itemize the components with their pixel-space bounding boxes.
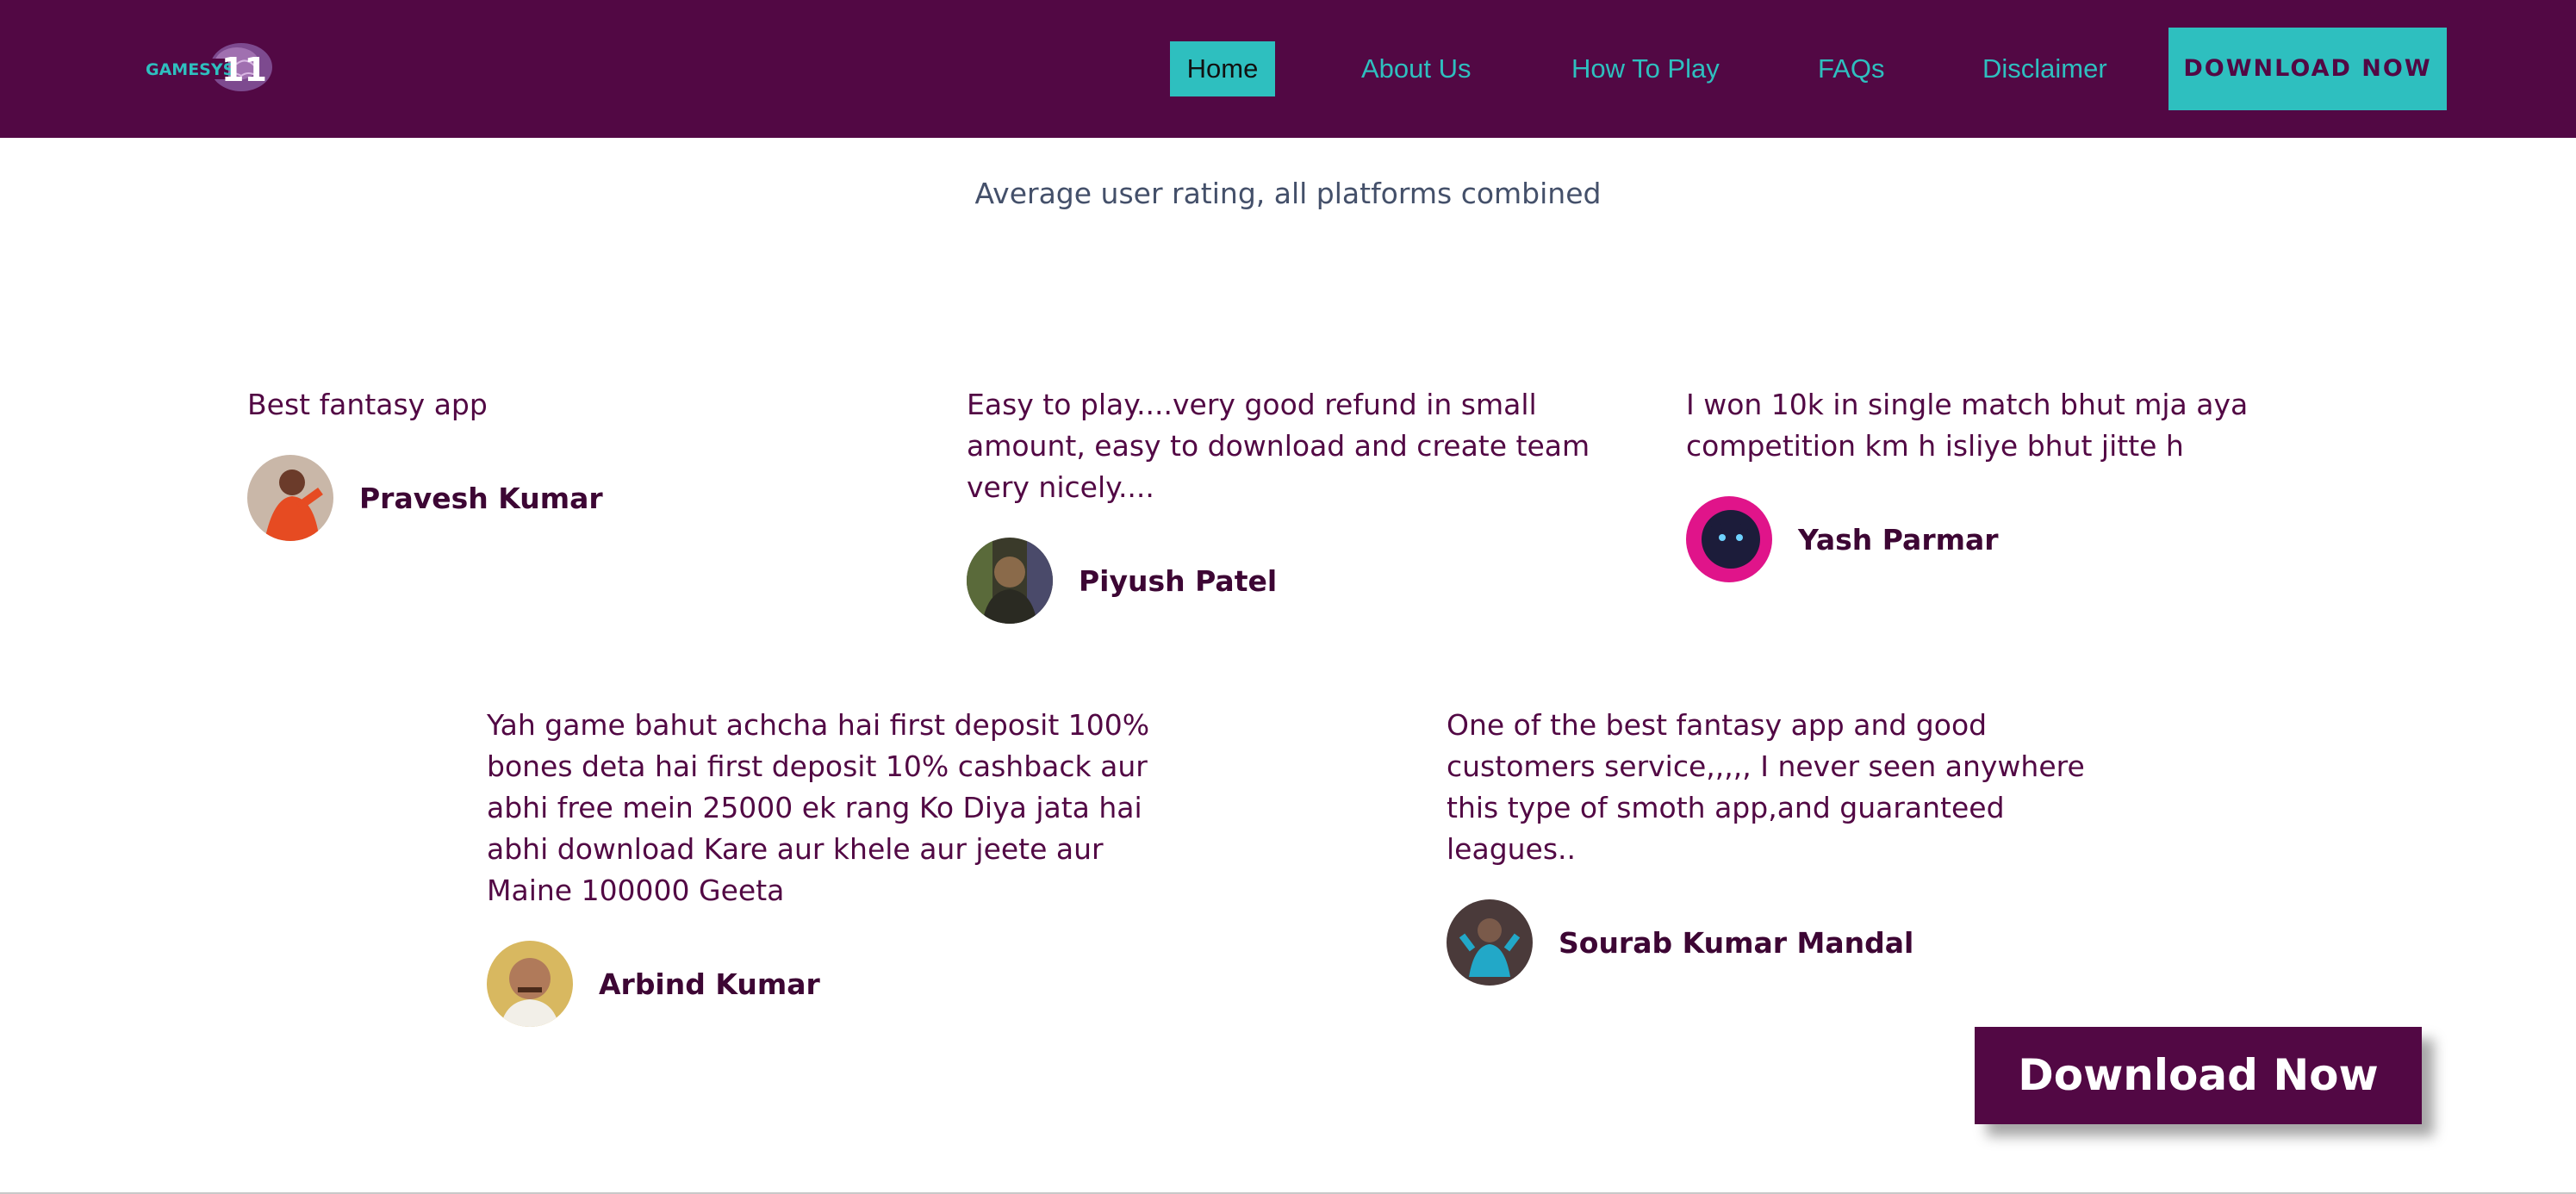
nav-faqs[interactable]: FAQs: [1818, 41, 1885, 96]
nav-how-to-play[interactable]: How To Play: [1571, 41, 1720, 96]
avatar: [1686, 496, 1772, 582]
testimonial-author: Yash Parmar: [1686, 496, 2367, 582]
nav-home[interactable]: Home: [1170, 41, 1275, 96]
testimonial-author: Piyush Patel: [967, 538, 1630, 624]
download-now-header-button[interactable]: DOWNLOAD NOW: [2168, 28, 2447, 110]
testimonial-quote: I won 10k in single match bhut mja aya c…: [1686, 388, 2249, 463]
testimonial-author: Pravesh Kumar: [247, 455, 911, 541]
testimonial-quote: Best fantasy app: [247, 388, 488, 421]
testimonial-author: Arbind Kumar: [487, 941, 1150, 1027]
testimonial-card: One of the best fantasy app and good cus…: [1447, 705, 2110, 986]
testimonial-card: Easy to play....very good refund in smal…: [967, 384, 1630, 624]
testimonial-quote: Easy to play....very good refund in smal…: [967, 388, 1590, 504]
avatar: [487, 941, 573, 1027]
testimonial-card: Yah game bahut achcha hai first deposit …: [487, 705, 1150, 1027]
avatar: [967, 538, 1053, 624]
rating-caption: Average user rating, all platforms combi…: [974, 177, 1602, 210]
testimonial-author-name: Pravesh Kumar: [359, 481, 603, 515]
nav-about-us[interactable]: About Us: [1361, 41, 1472, 96]
testimonial-author-name: Sourab Kumar Mandal: [1559, 925, 1914, 960]
svg-text:11: 11: [221, 51, 267, 89]
testimonial-quote: Yah game bahut achcha hai first deposit …: [487, 708, 1150, 907]
testimonial-author-name: Piyush Patel: [1079, 563, 1278, 598]
download-now-floating-button[interactable]: Download Now: [1975, 1027, 2422, 1124]
avatar: [247, 455, 333, 541]
testimonial-author-name: Yash Parmar: [1798, 522, 1999, 557]
nav-disclaimer[interactable]: Disclaimer: [1982, 41, 2107, 96]
testimonial-quote: One of the best fantasy app and good cus…: [1447, 708, 2085, 866]
gamesys11-logo[interactable]: GAMESYS 11: [142, 40, 276, 100]
testimonial-card: Best fantasy app Pravesh Kumar: [247, 384, 911, 541]
avatar: [1447, 899, 1533, 986]
testimonial-card: I won 10k in single match bhut mja aya c…: [1686, 384, 2367, 582]
testimonial-author: Sourab Kumar Mandal: [1447, 899, 2110, 986]
site-header: GAMESYS 11 Home About Us How To Play FAQ…: [0, 0, 2576, 138]
testimonial-author-name: Arbind Kumar: [599, 967, 820, 1001]
